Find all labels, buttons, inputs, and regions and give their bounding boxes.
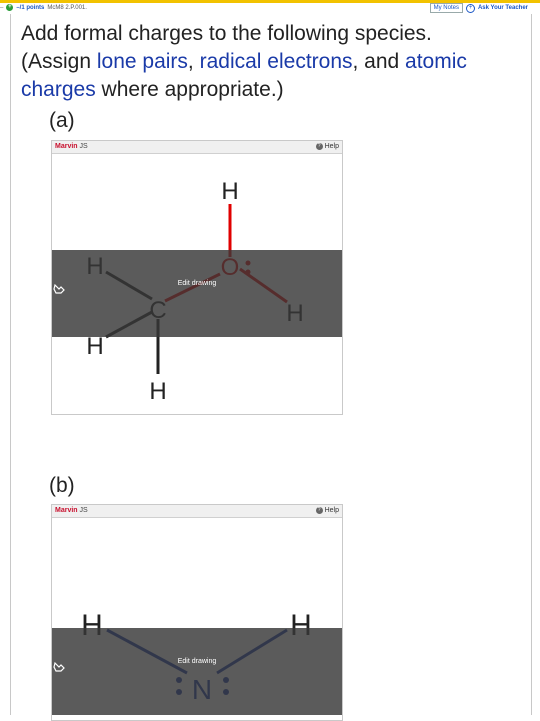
help-button-b[interactable]: ? Help [315, 507, 339, 514]
atomic-charges-link-cont[interactable]: charges [21, 78, 96, 101]
marvin-editor-b[interactable]: Marvin JS ? Help H N H Edit drawing [51, 504, 343, 721]
edit-overlay-b[interactable] [52, 628, 342, 715]
atom-h-left-bottom: H [86, 333, 103, 360]
question-line-3: charges where appropriate.) [21, 78, 284, 101]
part-b-label: (b) [49, 474, 75, 497]
question-line-2: (Assign lone pairs, radical electrons, a… [21, 50, 467, 73]
help-icon: ? [315, 143, 323, 150]
marvin-toolbar-b: Marvin JS ? Help [52, 505, 342, 518]
question-text: Add formal charges to the following spec… [21, 20, 521, 104]
problem-id: McM8 2.P.001. [47, 4, 87, 11]
marvin-logo: Marvin JS [55, 143, 88, 150]
edit-overlay-a[interactable] [52, 250, 342, 337]
points-label: –/1 points [16, 4, 45, 11]
atom-h-bottom: H [149, 378, 166, 405]
marvin-toolbar-a: Marvin JS ? Help [52, 141, 342, 154]
atom-h-top: H [221, 178, 238, 205]
marvin-editor-a[interactable]: Marvin JS ? Help H O H H C H [51, 140, 343, 415]
part-a-label: (a) [49, 109, 75, 132]
lone-pairs-link[interactable]: lone pairs [97, 50, 188, 73]
drawing-canvas-a[interactable]: H O H H C H H Edit drawing [52, 154, 342, 414]
ask-plus-icon[interactable]: + [465, 3, 475, 13]
edit-drawing-button-a[interactable]: Edit drawing [52, 280, 342, 294]
edit-drawing-button-b[interactable]: Edit drawing [52, 658, 342, 672]
collapse-dash[interactable]: – [0, 5, 3, 11]
pointer-hand-icon [53, 661, 65, 672]
question-line-1: Add formal charges to the following spec… [21, 22, 432, 45]
radical-electrons-link[interactable]: radical electrons [200, 50, 353, 73]
help-icon: ? [315, 507, 323, 514]
expand-plus-icon[interactable]: + [6, 4, 14, 11]
pointer-hand-icon [53, 283, 65, 294]
marvin-logo: Marvin JS [55, 507, 88, 514]
my-notes-button[interactable]: My Notes [429, 3, 463, 13]
question-content: Add formal charges to the following spec… [10, 14, 532, 721]
drawing-canvas-b[interactable]: H N H Edit drawing [52, 518, 342, 720]
atomic-charges-link[interactable]: atomic [405, 50, 467, 73]
help-button-a[interactable]: ? Help [315, 143, 339, 150]
question-header: – + –/1 points McM8 2.P.001. My Notes + … [0, 3, 540, 13]
ask-teacher-button[interactable]: Ask Your Teacher [478, 5, 528, 11]
